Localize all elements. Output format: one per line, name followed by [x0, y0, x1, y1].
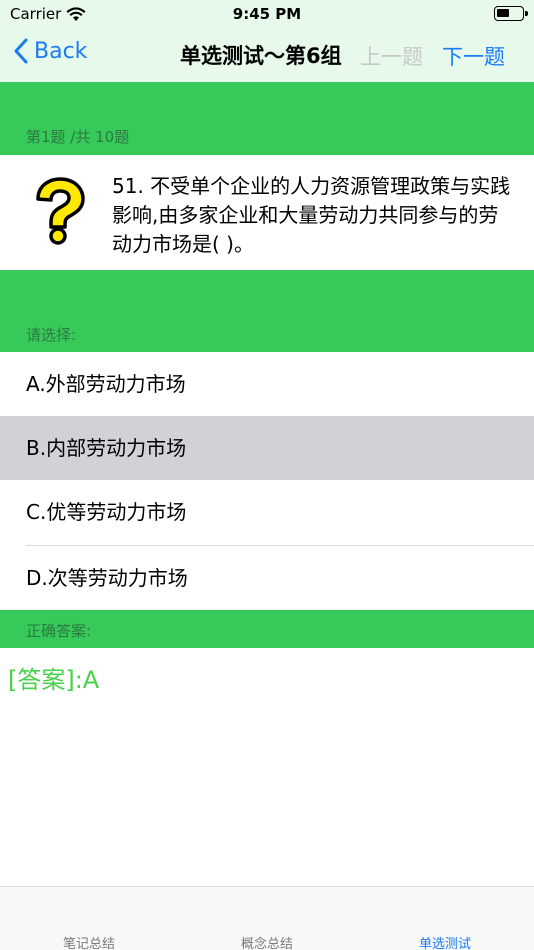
option-b[interactable]: B.内部劳动力市场 [0, 416, 534, 480]
answer-text: [答案]:A [8, 666, 100, 694]
status-bar: Carrier 9:45 PM [0, 0, 534, 28]
back-label: Back [34, 38, 88, 64]
tab-notes[interactable]: 笔记总结 [0, 933, 178, 950]
chevron-left-icon [14, 38, 28, 64]
options-header: 请选择: [0, 270, 534, 352]
progress-band: 第1题 /共 10题 [0, 82, 534, 155]
nav-bar: Back 单选测试～第6组 上一题 下一题 [0, 28, 534, 82]
question-progress: 第1题 /共 10题 [26, 128, 130, 146]
option-d[interactable]: D.次等劳动力市场 [0, 546, 534, 610]
back-button[interactable]: Back [14, 38, 87, 64]
options-prompt: 请选择: [26, 326, 77, 344]
answer-label: 正确答案: [26, 622, 92, 640]
clock: 9:45 PM [232, 5, 302, 23]
option-c[interactable]: C.优等劳动力市场 [0, 480, 534, 544]
tab-concepts[interactable]: 概念总结 [178, 933, 356, 950]
question-text: 51. 不受单个企业的人力资源管理政策与实践影响,由多家企业和大量劳动力共同参与… [112, 174, 511, 256]
option-a[interactable]: A.外部劳动力市场 [0, 352, 534, 416]
question-card: 51. 不受单个企业的人力资源管理政策与实践影响,由多家企业和大量劳动力共同参与… [0, 155, 534, 270]
prev-question-button[interactable]: 上一题 [360, 41, 423, 71]
question-mark-icon [36, 177, 85, 245]
answer-header: 正确答案: [0, 610, 534, 648]
battery-icon [494, 6, 528, 21]
page-title: 单选测试～第6组 [180, 44, 342, 68]
tab-bar: 笔记总结 概念总结 单选测试 [0, 886, 534, 950]
next-question-button[interactable]: 下一题 [442, 41, 505, 71]
tab-single-choice[interactable]: 单选测试 [356, 933, 534, 950]
